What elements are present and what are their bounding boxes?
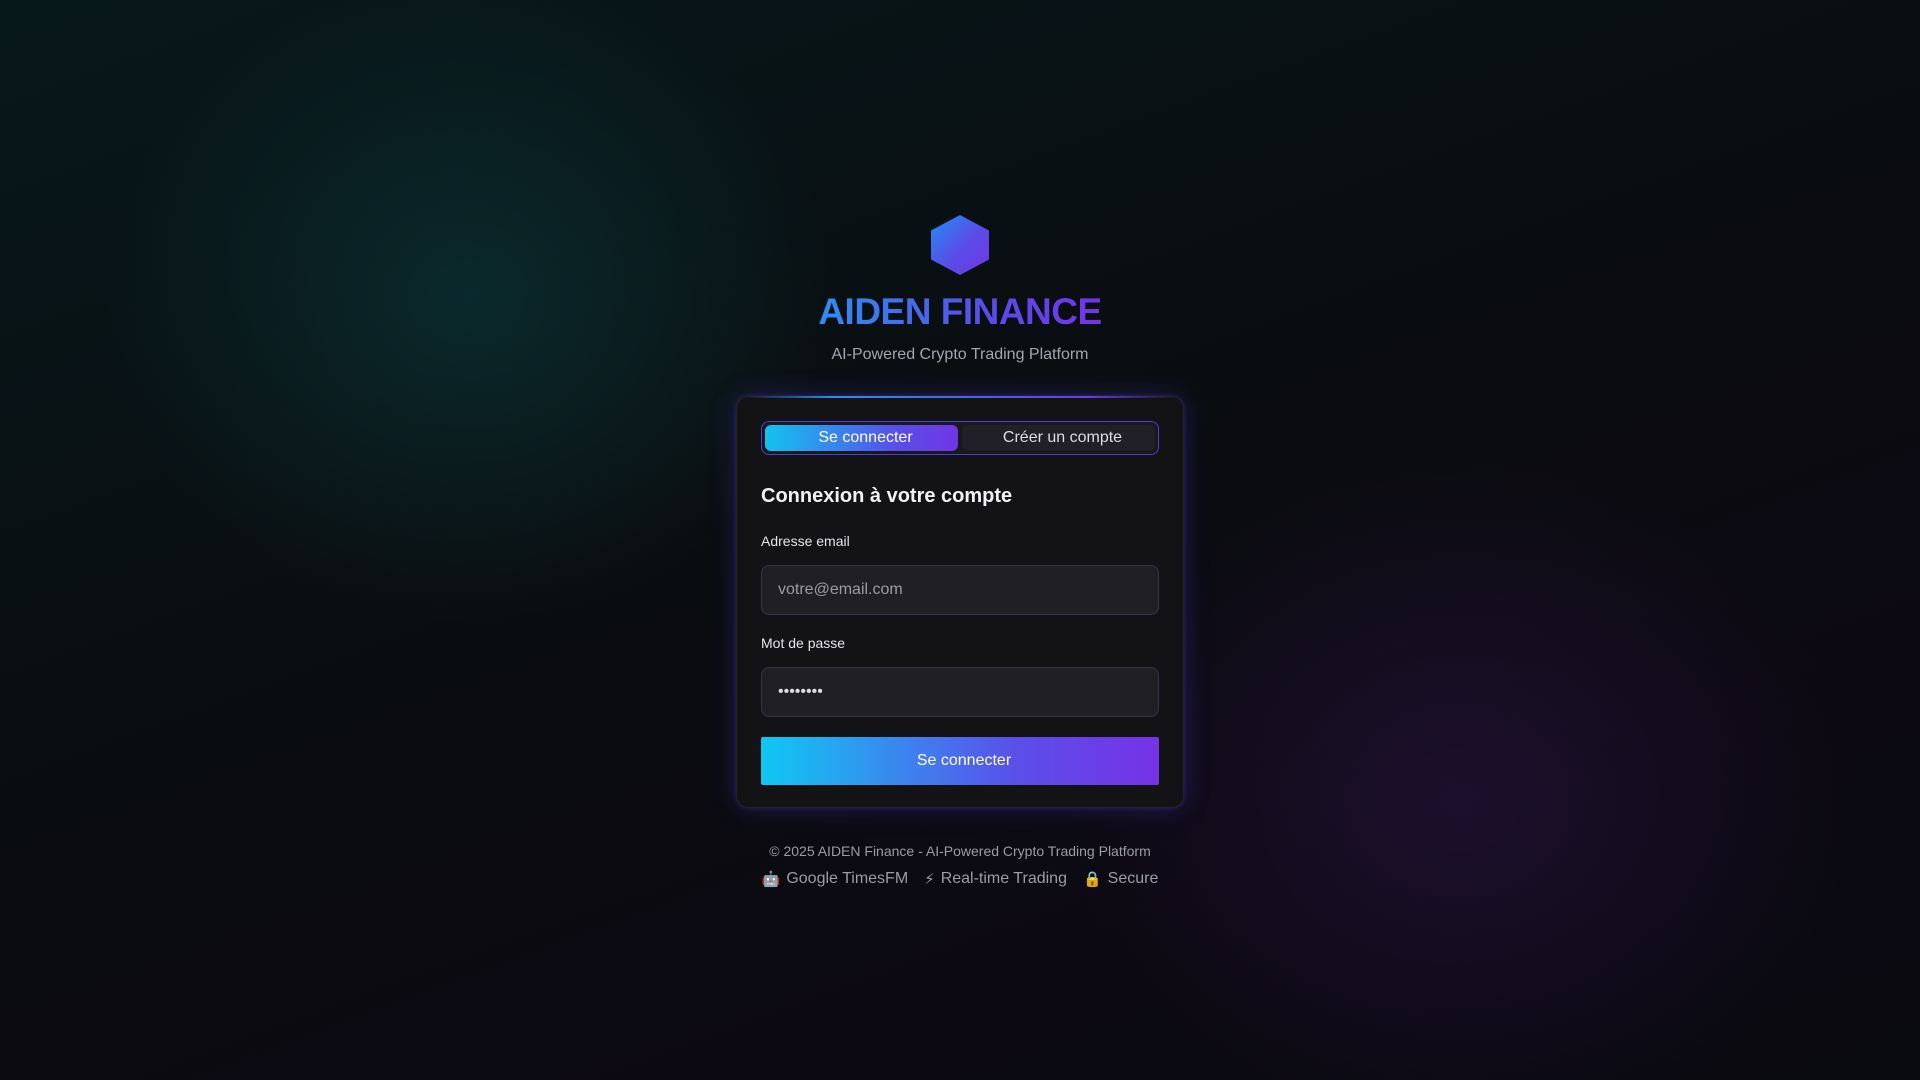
brand-title: AIDEN FINANCE bbox=[818, 291, 1102, 332]
feature-secure: 🔒 Secure bbox=[1083, 870, 1158, 888]
login-card: Se connecter Créer un compte Connexion à… bbox=[736, 396, 1184, 808]
form-title: Connexion à votre compte bbox=[761, 485, 1013, 507]
feature-timesfm-label: Google TimesFM bbox=[786, 870, 909, 887]
robot-icon: 🤖 bbox=[761, 871, 781, 888]
tab-create-account[interactable]: Créer un compte bbox=[962, 425, 1155, 451]
lock-icon: 🔒 bbox=[1082, 871, 1102, 888]
copyright-text: © 2025 AIDEN Finance - AI-Powered Crypto… bbox=[769, 843, 1151, 859]
sign-in-button-label: Se connecter bbox=[916, 752, 1012, 769]
auth-tabs: Se connecter Créer un compte bbox=[761, 421, 1159, 455]
card-accent-line bbox=[747, 396, 1173, 398]
tab-sign-in-label: Se connecter bbox=[818, 429, 913, 446]
tab-sign-in[interactable]: Se connecter bbox=[765, 425, 958, 451]
email-label: Adresse email bbox=[761, 533, 850, 549]
password-label: Mot de passe bbox=[761, 635, 846, 651]
feature-secure-label: Secure bbox=[1107, 870, 1159, 887]
brand-subtitle: AI-Powered Crypto Trading Platform bbox=[831, 346, 1089, 363]
feature-timesfm: 🤖 Google TimesFM bbox=[762, 870, 909, 888]
email-field[interactable] bbox=[761, 565, 1159, 615]
footer: © 2025 AIDEN Finance - AI-Powered Crypto… bbox=[0, 842, 1920, 888]
brand-header: AIDEN FINANCE AI-Powered Crypto Trading … bbox=[0, 214, 1920, 364]
feature-list: 🤖 Google TimesFM ⚡ Real-time Trading 🔒 S… bbox=[0, 870, 1920, 888]
sign-in-button[interactable]: Se connecter bbox=[761, 737, 1159, 785]
lightning-icon: ⚡ bbox=[924, 871, 935, 888]
feature-realtime-label: Real-time Trading bbox=[940, 870, 1067, 887]
tab-create-account-label: Créer un compte bbox=[1002, 429, 1123, 446]
hexagon-logo-icon bbox=[931, 215, 989, 275]
password-field[interactable] bbox=[761, 667, 1159, 717]
feature-realtime: ⚡ Real-time Trading bbox=[924, 870, 1067, 888]
